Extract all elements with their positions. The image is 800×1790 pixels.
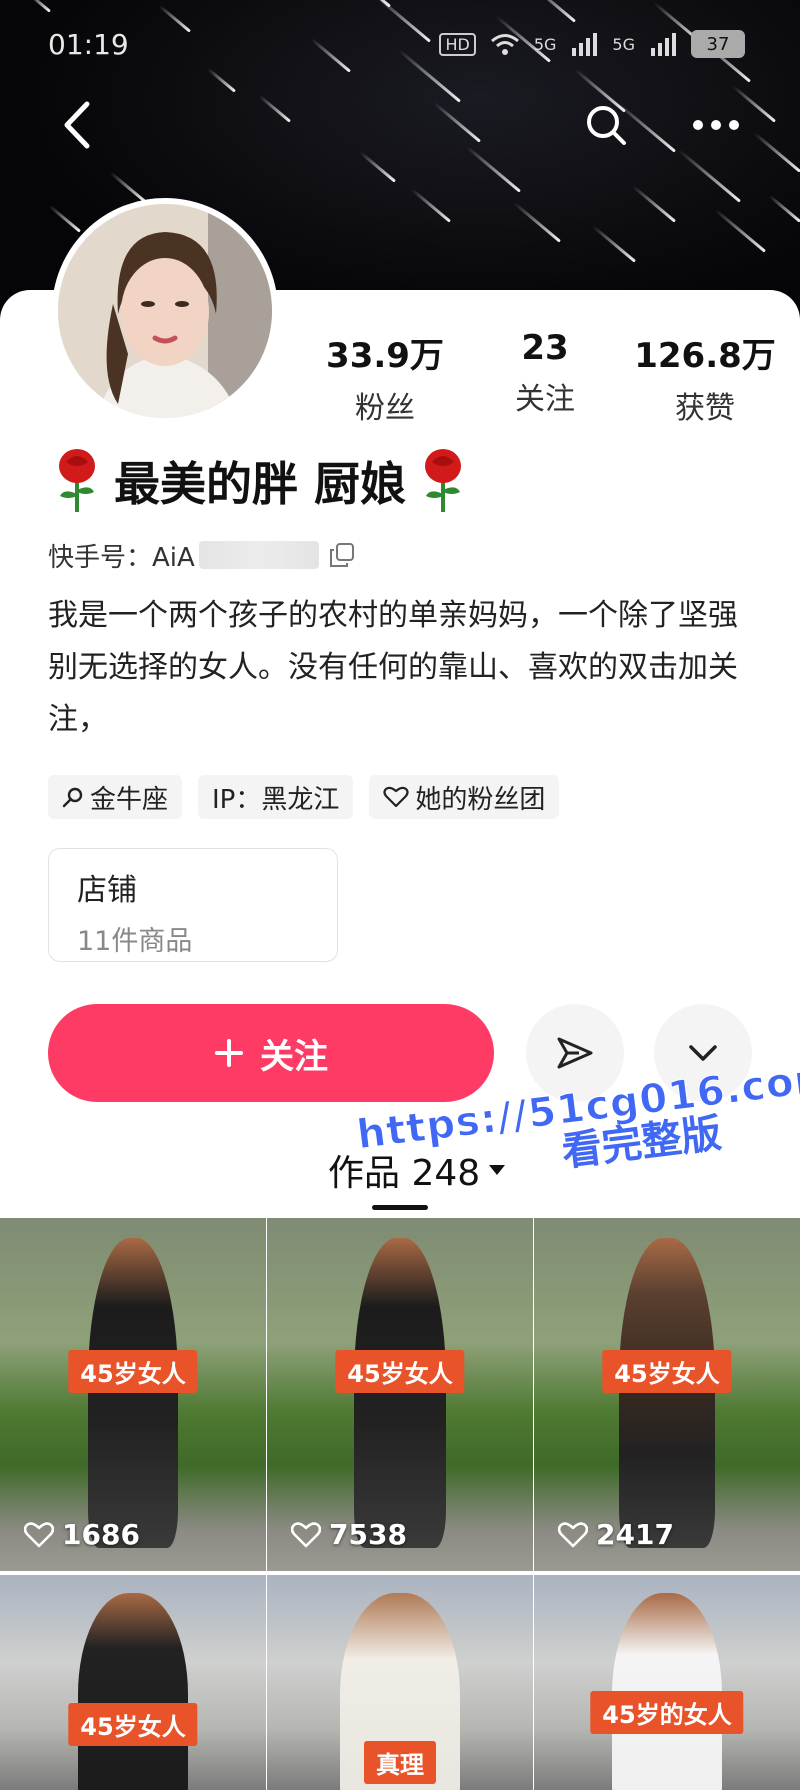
back-button[interactable]	[46, 90, 106, 160]
stat-label: 关注	[515, 382, 575, 417]
profile-bio: 我是一个两个孩子的农村的单亲妈妈，一个除了坚强别无选择的女人。没有任何的靠山、喜…	[48, 598, 738, 737]
plus-icon	[215, 1039, 243, 1067]
video-tile[interactable]: 真理	[267, 1575, 533, 1790]
top-nav	[0, 90, 800, 160]
video-likes: 7538	[291, 1518, 407, 1551]
more-icon	[693, 120, 739, 130]
status-time: 01:19	[48, 28, 129, 61]
profile-name: 最美的胖 厨娘	[114, 457, 407, 511]
video-tile[interactable]: 45岁女人	[0, 1575, 266, 1790]
video-badge: 45岁女人	[602, 1350, 732, 1393]
video-badge: 45岁的女人	[590, 1691, 744, 1734]
video-badge: 45岁女人	[68, 1703, 198, 1746]
stat-likes[interactable]: 126.8万 获赞	[630, 328, 780, 426]
stat-value: 23	[521, 328, 569, 368]
send-icon	[557, 1037, 593, 1069]
signal-bars-icon	[572, 33, 598, 56]
tag-ip: IP：黑龙江	[198, 775, 354, 819]
hd-icon: HD	[439, 32, 476, 56]
stat-followers[interactable]: 33.9万 粉丝	[310, 328, 460, 426]
status-bar: 01:19 HD 5G 5G 37	[0, 0, 800, 90]
signal-bars-icon-2	[651, 33, 676, 56]
heart-outline-icon	[558, 1521, 588, 1547]
shop-card[interactable]: 店铺 11件商品	[48, 848, 338, 962]
video-thumbnail-figure	[78, 1593, 188, 1790]
video-likes: 1686	[24, 1518, 140, 1551]
stat-label: 粉丝	[355, 391, 415, 426]
meteor-streak	[591, 224, 636, 263]
stat-label: 获赞	[675, 391, 735, 426]
meteor-streak	[513, 201, 561, 243]
video-grid: 45岁女人 1686 45岁女人 7538 45岁女人 2417 45岁女人 真…	[0, 1218, 800, 1790]
meteor-streak	[410, 188, 451, 223]
profile-id-redacted	[198, 541, 319, 569]
meteor-streak	[48, 204, 81, 233]
heart-outline-icon	[24, 1521, 54, 1547]
video-tile[interactable]: 45岁的女人	[534, 1575, 800, 1790]
wifi-icon	[490, 34, 519, 55]
video-badge: 45岁女人	[335, 1350, 465, 1393]
stat-following[interactable]: 23 关注	[470, 328, 620, 418]
profile-id: 快手号：AiA	[48, 542, 195, 573]
profile-id-row: 快手号：AiA	[48, 536, 355, 574]
rose-icon-right	[425, 449, 462, 512]
profile-stats: 33.9万 粉丝 23 关注 126.8万 获赞	[310, 328, 780, 426]
stat-value: 33.9万	[326, 336, 444, 376]
video-likes: 2417	[558, 1518, 674, 1551]
tag-label: 她的粉丝团	[415, 784, 546, 815]
zodiac-icon	[62, 787, 83, 808]
avatar-portrait-icon	[58, 204, 272, 418]
video-badge: 真理	[364, 1741, 436, 1784]
chevron-down-icon	[689, 1045, 717, 1061]
video-likes-count: 7538	[329, 1518, 407, 1551]
signal-5g-icon: 5G	[533, 34, 557, 54]
meteor-streak	[109, 171, 146, 203]
avatar[interactable]	[52, 198, 278, 424]
tag-label: 金牛座	[90, 784, 169, 815]
shop-title: 店铺	[77, 873, 137, 908]
follow-button[interactable]: 关注	[48, 1004, 494, 1102]
shop-subtitle: 11件商品	[77, 926, 193, 957]
video-thumbnail-figure	[619, 1238, 715, 1548]
stat-value: 126.8万	[634, 336, 776, 376]
status-icons: HD 5G 5G 37	[439, 30, 745, 58]
search-button[interactable]	[576, 90, 636, 160]
video-tile[interactable]: 45岁女人 2417	[534, 1218, 800, 1571]
video-tile[interactable]: 45岁女人 7538	[267, 1218, 533, 1571]
video-badge: 45岁女人	[68, 1350, 198, 1393]
profile-name-row: 最美的胖 厨娘	[52, 446, 468, 516]
copy-icon[interactable]	[329, 542, 355, 568]
video-likes-count: 2417	[596, 1518, 674, 1551]
video-likes-count: 1686	[62, 1518, 140, 1551]
meteor-streak	[631, 184, 676, 223]
heart-outline-icon	[383, 786, 409, 808]
battery-icon: 37	[691, 30, 745, 58]
more-button[interactable]	[686, 90, 746, 160]
search-icon	[587, 106, 626, 145]
signal-5g-icon-2: 5G	[612, 34, 635, 54]
tag-zodiac[interactable]: 金牛座	[48, 775, 183, 819]
video-thumbnail-figure	[354, 1238, 446, 1548]
chevron-left-icon	[64, 101, 90, 149]
meteor-streak	[768, 194, 800, 223]
tag-label: IP：黑龙江	[212, 784, 340, 815]
video-thumbnail-figure	[88, 1238, 178, 1548]
rose-icon	[59, 449, 95, 512]
follow-label: 关注	[260, 1036, 328, 1077]
profile-tags: 金牛座 IP：黑龙江 她的粉丝团	[48, 775, 560, 819]
tab-works-indicator	[372, 1205, 428, 1210]
heart-outline-icon	[291, 1521, 321, 1547]
tag-fan-club[interactable]: 她的粉丝团	[369, 775, 560, 819]
video-tile[interactable]: 45岁女人 1686	[0, 1218, 266, 1571]
meteor-streak	[714, 208, 766, 253]
